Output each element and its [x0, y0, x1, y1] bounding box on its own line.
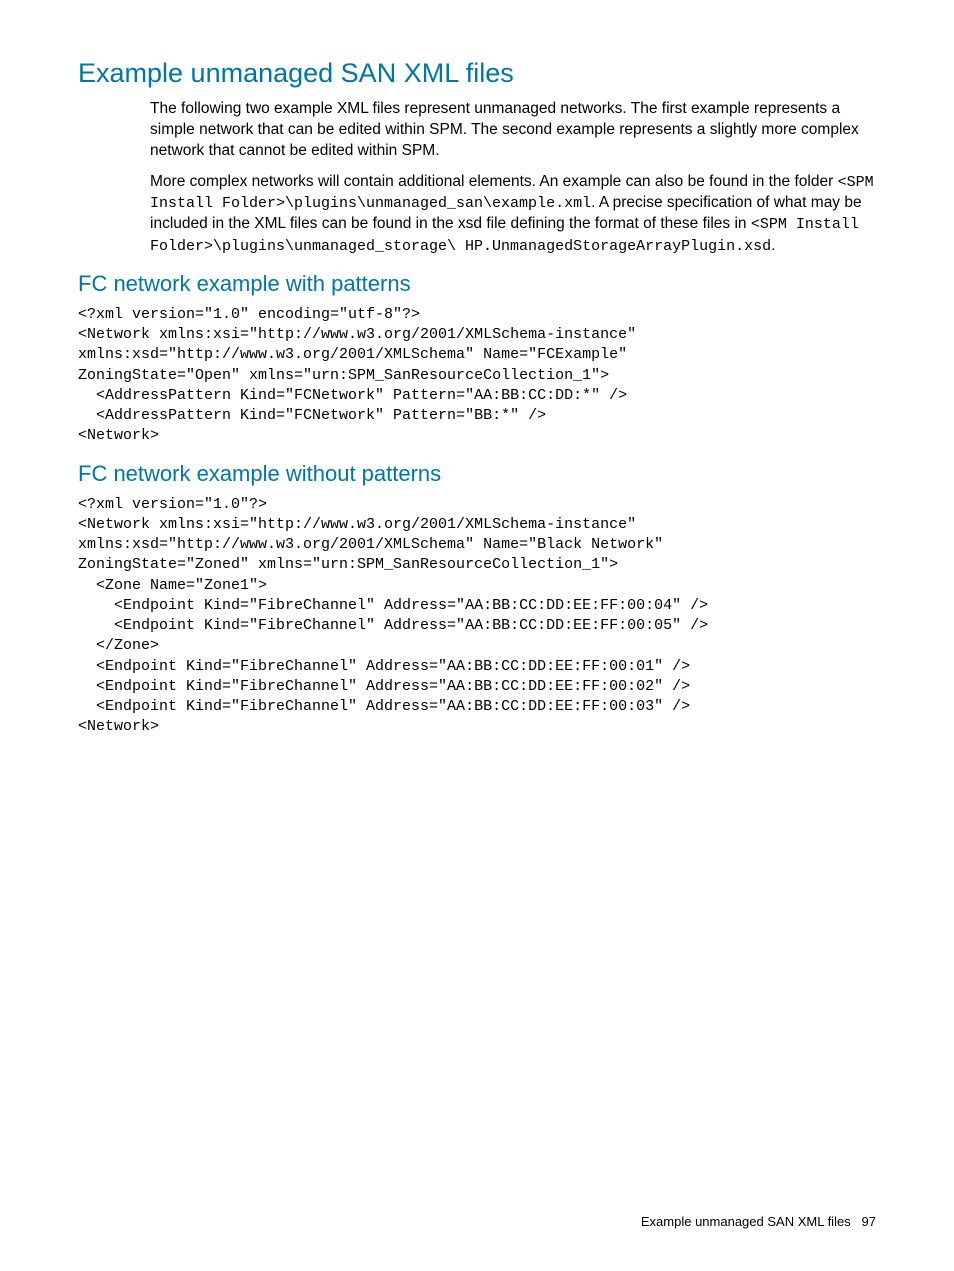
- page-heading: Example unmanaged SAN XML files: [78, 58, 876, 89]
- para2-part-a: More complex networks will contain addit…: [150, 173, 838, 190]
- page-footer: Example unmanaged SAN XML files 97: [641, 1214, 876, 1229]
- code-block-with-patterns: <?xml version="1.0" encoding="utf-8"?> <…: [78, 305, 876, 447]
- footer-page-number: 97: [862, 1214, 876, 1229]
- intro-paragraph-2: More complex networks will contain addit…: [150, 172, 876, 257]
- footer-title: Example unmanaged SAN XML files: [641, 1214, 851, 1229]
- code-block-without-patterns: <?xml version="1.0"?> <Network xmlns:xsi…: [78, 495, 876, 738]
- subheading-with-patterns: FC network example with patterns: [78, 271, 876, 297]
- intro-paragraph-1: The following two example XML files repr…: [150, 99, 876, 162]
- subheading-without-patterns: FC network example without patterns: [78, 461, 876, 487]
- para2-part-c: .: [771, 237, 775, 254]
